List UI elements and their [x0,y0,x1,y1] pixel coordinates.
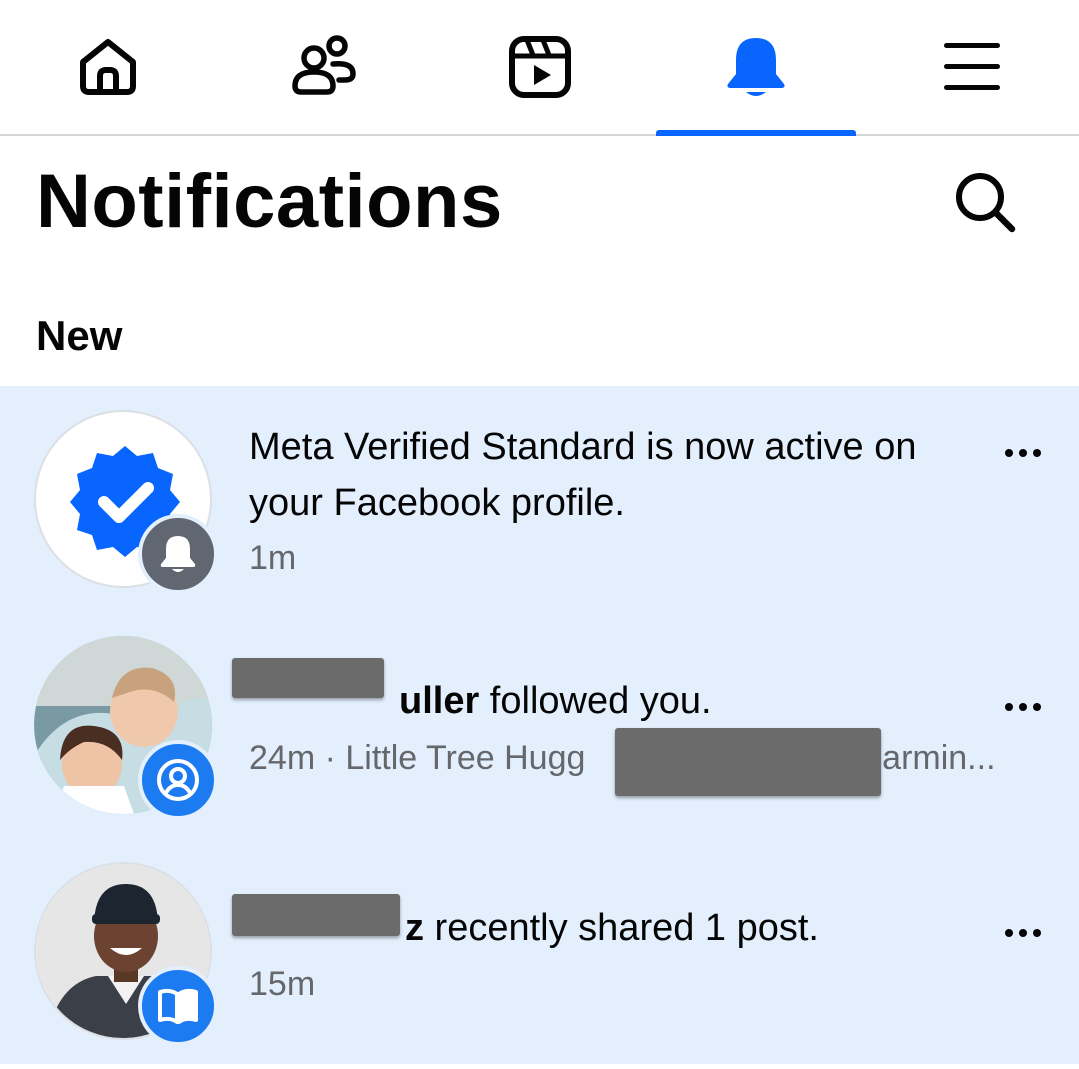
more-dot [1019,449,1027,457]
more-dot [1005,703,1013,711]
notification-time: 15m [249,965,316,1003]
more-dot [1033,929,1041,937]
page-title: Notifications [36,159,503,244]
person-icon [157,759,199,801]
notification-time: 1m [249,539,297,577]
notification-meta-prefix: 24m · Little Tree Hugg [249,739,586,777]
video-icon [509,36,571,98]
tab-friends[interactable] [224,0,424,134]
notification-meta-suffix: Farmin... [861,739,996,777]
notification-action: followed you. [479,680,712,722]
more-dot [1005,449,1013,457]
notification-type-badge [138,966,218,1046]
search-icon [956,173,1016,233]
redaction-box [615,728,881,796]
bell-icon [160,536,196,572]
actor-name: z [405,907,424,949]
more-options-button[interactable] [990,687,1056,727]
redaction-box [232,658,384,698]
notification-item[interactable]: uller followed you. 24m · Little Tree Hu… [0,612,1079,838]
notification-action: recently shared 1 post. [424,907,819,949]
friends-icon [292,35,356,95]
more-dot [1019,929,1027,937]
tab-menu[interactable] [872,0,1072,134]
search-button[interactable] [940,160,1030,244]
bell-icon [727,38,785,96]
notification-type-badge [138,514,218,594]
notification-text: Meta Verified Standard is now active on … [249,426,917,524]
actor-name: uller [399,680,480,722]
tab-video[interactable] [440,0,640,134]
more-dot [1033,449,1041,457]
more-dot [1033,703,1041,711]
top-navigation [0,0,1079,136]
home-icon [80,39,136,95]
menu-icon [944,43,1000,90]
section-title-new: New [36,312,123,359]
redaction-box [232,894,400,936]
tab-home[interactable] [8,0,208,134]
notification-list: Meta Verified Standard is now active on … [0,386,1079,1064]
more-options-button[interactable] [990,913,1056,953]
notification-item[interactable]: Meta Verified Standard is now active on … [0,386,1079,612]
notification-item[interactable]: z recently shared 1 post. 15m [0,838,1079,1064]
book-icon [158,988,198,1024]
more-dot [1005,929,1013,937]
more-dot [1019,703,1027,711]
notification-type-badge [138,740,218,820]
more-options-button[interactable] [990,433,1056,473]
tab-notifications[interactable] [656,0,856,136]
